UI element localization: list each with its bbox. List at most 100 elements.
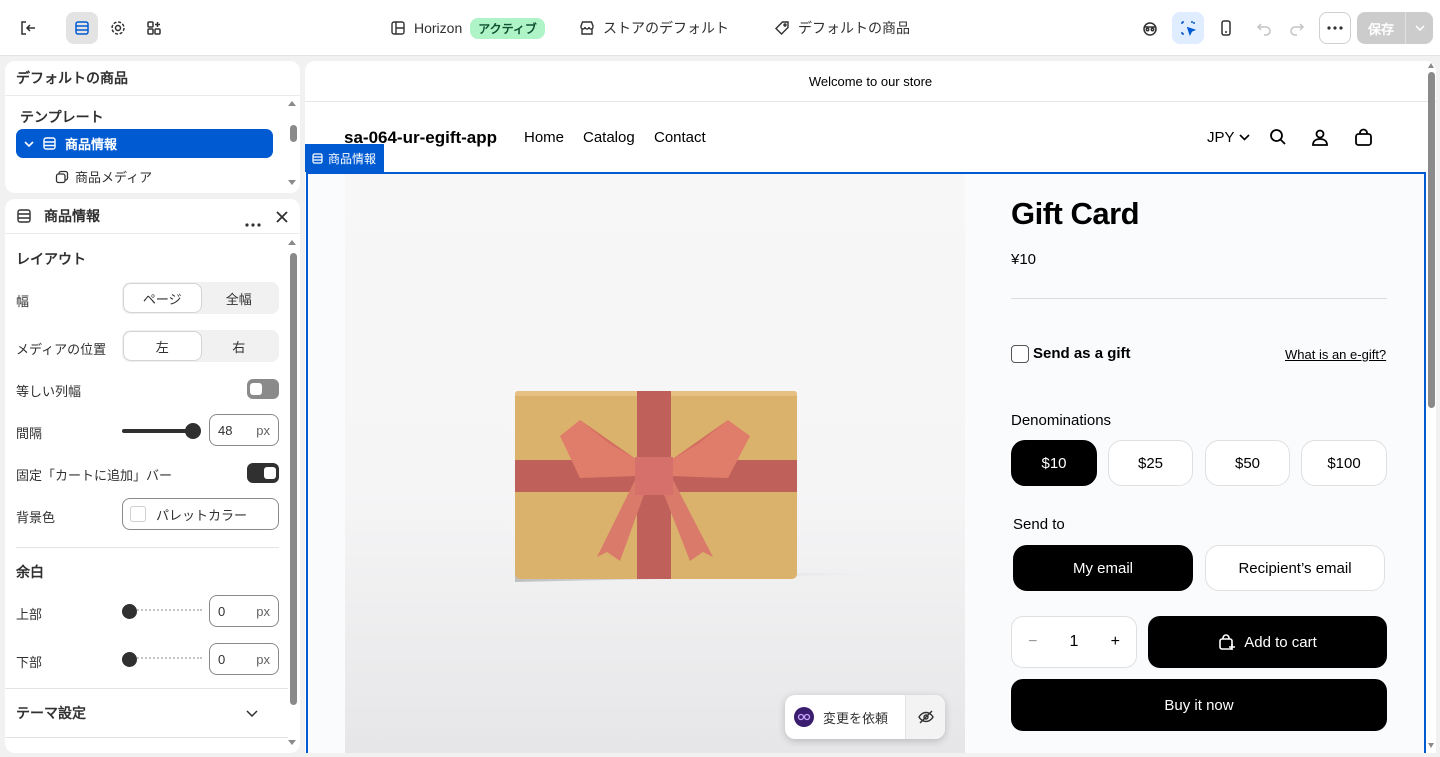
gap-slider-thumb[interactable] (185, 423, 201, 439)
section-icon (17, 209, 31, 223)
tree-item-product-info[interactable]: 商品情報 (16, 129, 273, 158)
background-label: 背景色 (16, 510, 56, 525)
store-default-label: ストアのデフォルト (603, 20, 729, 36)
media-position-right[interactable]: 右 (201, 332, 278, 360)
sections-icon[interactable] (66, 12, 98, 44)
media-position-left[interactable]: 左 (124, 332, 201, 360)
store-preview: Welcome to our store sa-064-ur-egift-app… (305, 61, 1436, 753)
nav-catalog[interactable]: Catalog (583, 129, 635, 146)
quantity-value[interactable]: 1 (1070, 633, 1079, 651)
send-to-recipient-email[interactable]: Recipient’s email (1205, 545, 1385, 591)
top-padding-input[interactable]: 0 px (209, 595, 279, 627)
color-swatch (130, 506, 146, 522)
product-media[interactable] (345, 174, 965, 753)
width-option-full[interactable]: 全幅 (201, 284, 278, 312)
apps-icon[interactable] (138, 12, 170, 44)
exit-icon[interactable] (12, 12, 44, 44)
denomination-option[interactable]: $10 (1011, 440, 1097, 486)
select-tool-icon[interactable] (1172, 12, 1204, 44)
background-value: パレットカラー (156, 507, 248, 523)
gear-icon[interactable] (102, 12, 134, 44)
store-default-selector[interactable]: ストアのデフォルト (579, 18, 729, 38)
request-change-button[interactable]: 変更を依頼 (785, 695, 905, 739)
buy-now-button[interactable]: Buy it now (1011, 679, 1387, 731)
denomination-option[interactable]: $50 (1205, 440, 1290, 486)
close-icon[interactable] (275, 210, 289, 227)
redo-icon[interactable] (1281, 12, 1313, 44)
tree-item-product-media[interactable]: 商品メディア (55, 167, 152, 186)
scroll-down-arrow[interactable] (1428, 743, 1434, 748)
search-icon[interactable] (1269, 128, 1287, 149)
minus-icon[interactable]: − (1028, 633, 1037, 651)
status-badge: アクティブ (470, 17, 545, 39)
account-icon[interactable] (1311, 128, 1329, 149)
chevron-down-icon[interactable] (24, 140, 34, 147)
bottom-padding-value: 0 (218, 651, 226, 667)
scrollbar[interactable] (290, 253, 297, 705)
layout-icon (391, 21, 405, 35)
unit-label: px (256, 422, 270, 438)
cart-icon[interactable] (1354, 128, 1373, 150)
divider (16, 547, 279, 548)
scroll-up-arrow[interactable] (1428, 63, 1434, 68)
send-to-my-email[interactable]: My email (1013, 545, 1193, 591)
gap-value: 48 (218, 422, 233, 438)
sticky-bar-toggle[interactable] (247, 463, 279, 483)
unit-label: px (256, 603, 270, 619)
denomination-option[interactable]: $25 (1108, 440, 1193, 486)
scroll-down-arrow[interactable] (288, 180, 296, 185)
scrollbar[interactable] (290, 125, 297, 142)
gap-input[interactable]: 48 px (209, 414, 279, 446)
bottom-padding-slider-thumb[interactable] (122, 652, 137, 667)
theme-settings-accordion[interactable]: テーマ設定 (5, 689, 288, 737)
sticky-bar-label: 固定「カートに追加」バー (16, 468, 173, 483)
hide-icon[interactable] (906, 695, 945, 739)
denomination-option[interactable]: $100 (1301, 440, 1387, 486)
mobile-preview-icon[interactable] (1210, 12, 1242, 44)
top-bar: Horizon アクティブ ストアのデフォルト デフォルトの商品 保存 (0, 0, 1440, 56)
undo-icon[interactable] (1248, 12, 1280, 44)
nav-contact[interactable]: Contact (654, 129, 706, 146)
section-tag[interactable]: 商品情報 (305, 144, 385, 172)
more-actions-icon[interactable] (1319, 12, 1351, 44)
product-information-section: Gift Card ¥10 Send as a gift What is an … (306, 172, 1426, 753)
save-button[interactable]: 保存 (1357, 12, 1433, 44)
top-padding-slider-thumb[interactable] (122, 604, 137, 619)
more-options-icon[interactable] (245, 215, 261, 230)
plus-icon[interactable]: + (1111, 633, 1120, 651)
chevron-down-icon[interactable] (1405, 12, 1433, 44)
section-tag-label: 商品情報 (328, 151, 377, 166)
width-label: 幅 (16, 294, 30, 309)
bottom-padding-label: 下部 (16, 655, 43, 670)
layout-heading: レイアウト (16, 251, 86, 267)
product-title: Gift Card (1011, 196, 1140, 231)
scroll-up-arrow[interactable] (288, 101, 296, 106)
tree-item-label: 商品メディア (75, 170, 153, 185)
preview-scrollbar[interactable] (1428, 72, 1435, 408)
width-option-page[interactable]: ページ (124, 284, 201, 312)
section-icon (43, 137, 56, 150)
nav-home[interactable]: Home (524, 129, 564, 146)
equal-columns-toggle[interactable] (247, 379, 279, 399)
padding-heading: 余白 (16, 564, 44, 580)
what-is-egift-link[interactable]: What is an e-gift? (1285, 347, 1386, 362)
add-to-cart-label: Add to cart (1244, 633, 1317, 651)
scroll-down-arrow[interactable] (288, 740, 296, 745)
gap-slider-track[interactable] (122, 429, 194, 433)
default-product-label: デフォルトの商品 (798, 20, 910, 36)
tag-icon (775, 21, 789, 35)
product-selector[interactable]: デフォルトの商品 (774, 18, 910, 38)
send-as-gift-checkbox[interactable] (1011, 345, 1029, 363)
send-as-gift-label[interactable]: Send as a gift (1033, 345, 1131, 362)
background-color-picker[interactable]: パレットカラー (122, 498, 279, 530)
add-to-cart-button[interactable]: Add to cart (1148, 616, 1387, 668)
announcement-bar: Welcome to our store (305, 61, 1436, 102)
theme-selector[interactable]: Horizon アクティブ (390, 17, 545, 39)
assistant-icon (794, 707, 814, 727)
tree-item-label: 商品情報 (65, 137, 118, 152)
product-price: ¥10 (1011, 251, 1037, 268)
scroll-up-arrow[interactable] (288, 240, 296, 245)
currency-selector[interactable]: JPY (1207, 129, 1250, 146)
bottom-padding-input[interactable]: 0 px (209, 643, 279, 675)
inspector-icon[interactable] (1134, 12, 1166, 44)
